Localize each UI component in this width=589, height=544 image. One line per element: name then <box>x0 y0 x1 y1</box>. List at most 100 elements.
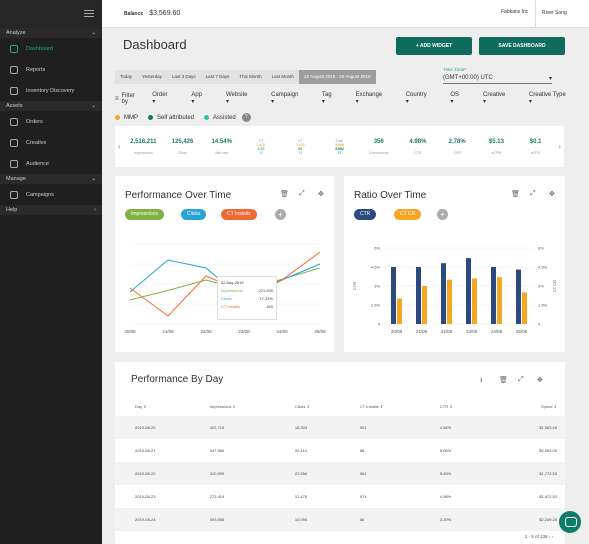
metric-total-installs[interactable]: Total 5,406 3,982 27 <box>320 139 359 155</box>
date-option-last-3-days[interactable]: Last 3 Days <box>167 70 201 84</box>
legend-assisted[interactable]: Assisted <box>213 115 236 121</box>
add-metric-button[interactable]: + <box>437 209 448 220</box>
x-tick-label: 24/08 <box>276 329 288 334</box>
download-icon[interactable]: ⭳ <box>480 376 482 387</box>
filter-exchange[interactable]: Exchange ▾ <box>356 92 396 105</box>
chart-tooltip: 22 Aug 2019 Impressions 221,630 Clicks 17,… <box>217 276 277 320</box>
menu-icon[interactable] <box>84 10 94 17</box>
metric-ct-installs[interactable]: CT 2,405 4,53 13 <box>241 139 280 155</box>
metric-vt-installs[interactable]: VT 3,405 85 13 <box>281 139 320 155</box>
chevron-down-icon: ⌄ <box>91 103 96 109</box>
filter-website[interactable]: Website ▾ <box>226 92 261 105</box>
sidebar-item-audience[interactable]: Audience <box>0 153 102 174</box>
metric-conversions[interactable]: 356 Conversions <box>359 139 398 155</box>
expand-icon[interactable]: ⤢ <box>518 376 524 384</box>
chip-ct-cr[interactable]: CT CR <box>394 209 422 220</box>
filter-tag[interactable]: Tag ▾ <box>322 92 346 105</box>
chevron-left-icon[interactable]: ‹ <box>115 142 124 151</box>
sidebar-item-label: Inventory Discovery <box>26 87 75 94</box>
user-menu[interactable]: River Song <box>535 0 567 28</box>
delete-icon[interactable]: 🗑 <box>499 376 508 384</box>
date-option-today[interactable]: Today <box>115 70 137 84</box>
metric-win-rate[interactable]: 14.54% Win rate <box>202 139 241 155</box>
table-cell: 402,719 <box>189 416 275 439</box>
org-selector[interactable]: Fabkans Inc <box>501 9 528 15</box>
metric-clicks[interactable]: 125,426 Clicks <box>163 139 202 155</box>
filter-country[interactable]: Country ▾ <box>406 92 441 105</box>
self-attributed-dot-icon <box>148 115 153 120</box>
delete-icon[interactable]: 🗑 <box>511 190 520 198</box>
expand-icon[interactable]: ⤢ <box>299 190 305 198</box>
sidebar-section-analyze[interactable]: Analyze ⌄ <box>0 28 102 38</box>
filter-os[interactable]: OS ▾ <box>450 92 473 105</box>
sidebar-item-reports[interactable]: Reports <box>0 59 102 80</box>
chip-clicks[interactable]: Clicks <box>181 209 207 220</box>
date-option-yesterday[interactable]: Yesterday <box>137 70 167 84</box>
column-header-day[interactable]: Day ⇕ <box>115 396 190 416</box>
sidebar-item-label: Orders <box>26 118 43 125</box>
save-dashboard-button[interactable]: SAVE DASHBOARD <box>479 37 565 55</box>
filter-creative-type[interactable]: Creative Type ▾ <box>529 92 579 105</box>
chip-ctr[interactable]: CTR <box>354 209 377 220</box>
filter-app[interactable]: App ▾ <box>191 92 216 105</box>
date-option-custom[interactable]: 22 August 2019 - 25 August 2019 <box>298 70 376 84</box>
column-header-impressions[interactable]: Impressions ⇕ <box>190 396 275 416</box>
chat-icon[interactable] <box>559 511 581 533</box>
y-tick-label-right: 3% <box>538 284 544 289</box>
column-header-clicks[interactable]: Clicks ⇕ <box>275 396 340 416</box>
page-title: Dashboard <box>123 37 187 52</box>
filter-order[interactable]: Order ▾ <box>152 92 181 105</box>
bar-ctr <box>416 267 421 324</box>
y-tick-label-right: 4.5% <box>538 265 548 270</box>
move-icon[interactable]: ✥ <box>318 190 324 198</box>
column-header-ctr[interactable]: CTR ⇕ <box>420 396 480 416</box>
sidebar-item-orders[interactable]: Orders <box>0 111 102 132</box>
sidebar-section-help[interactable]: Help › <box>0 205 102 215</box>
x-tick-label: 25/08 <box>516 329 528 334</box>
sidebar-item-campaigns[interactable]: Campaigns <box>0 184 102 205</box>
metric-ctr[interactable]: 4.98% CTR <box>398 139 437 155</box>
expand-icon[interactable]: ⤢ <box>530 190 536 198</box>
legend-mmp[interactable]: MMP <box>124 115 138 121</box>
date-option-this-month[interactable]: This Month <box>234 70 266 84</box>
chip-impressions[interactable]: Impressions <box>125 209 164 220</box>
legend-self-attributed[interactable]: Self attributed <box>157 115 194 121</box>
table-cell: 273,414 <box>209 494 225 499</box>
sidebar-item-creative[interactable]: Creative <box>0 132 102 153</box>
chevron-right-icon[interactable]: › <box>555 142 564 151</box>
sidebar-section-manage[interactable]: Manage ⌄ <box>0 174 102 184</box>
metric-ecpc[interactable]: $0.1 eCPC <box>516 139 555 155</box>
metric-ecpm[interactable]: $5.13 eCPM <box>477 139 516 155</box>
column-header-spend[interactable]: Spend ⇕ <box>480 396 565 416</box>
attribution-legend: MMP Self attributed Assisted ? <box>115 113 251 122</box>
card-title: Performance Over Time <box>125 190 232 201</box>
sidebar-item-label: Reports <box>26 66 46 73</box>
add-metric-button[interactable]: + <box>275 209 286 220</box>
date-option-last-month[interactable]: Last Month <box>267 70 299 84</box>
sidebar-section-assets[interactable]: Assets ⌄ <box>0 101 102 111</box>
pagination[interactable]: 1 - 5 of 138 ‹ › <box>525 534 553 539</box>
sidebar-item-label: Campaigns <box>26 191 54 198</box>
add-widget-button[interactable]: + ADD WIDGET <box>396 37 472 55</box>
filter-creative[interactable]: Creative ▾ <box>483 92 519 105</box>
column-header-ct-installs[interactable]: CT Installs ⇕ <box>340 396 420 416</box>
x-tick-label: 20/08 <box>391 329 403 334</box>
metric-cvr[interactable]: 2.78% CVR <box>438 139 477 155</box>
metric-impressions[interactable]: 2,518,211 Impressions <box>124 139 163 155</box>
sidebar-item-inventory[interactable]: Inventory Discovery <box>0 80 102 101</box>
date-option-last-7-days[interactable]: Last 7 Days <box>201 70 235 84</box>
performance-table: Day ⇕ Impressions ⇕ Clicks ⇕ CT Installs… <box>115 396 565 531</box>
sidebar-item-dashboard[interactable]: Dashboard <box>0 38 102 59</box>
balance-label: Balance <box>124 10 144 17</box>
timezone-select[interactable]: (GMT+00:00) UTC <box>443 75 552 84</box>
filter-campaign[interactable]: Campaign ▾ <box>271 92 312 105</box>
y-tick-label-left: 1.5% <box>371 303 381 308</box>
move-icon[interactable]: ✥ <box>537 376 543 384</box>
table-cell: 4.54% <box>419 416 481 439</box>
help-icon[interactable]: ? <box>241 113 251 122</box>
move-icon[interactable]: ✥ <box>549 190 555 198</box>
delete-icon[interactable]: 🗑 <box>280 190 289 198</box>
bar-ct-cr <box>422 286 427 324</box>
bar-ctr <box>466 258 471 324</box>
chip-ct-installs[interactable]: CT Installs <box>221 209 257 220</box>
